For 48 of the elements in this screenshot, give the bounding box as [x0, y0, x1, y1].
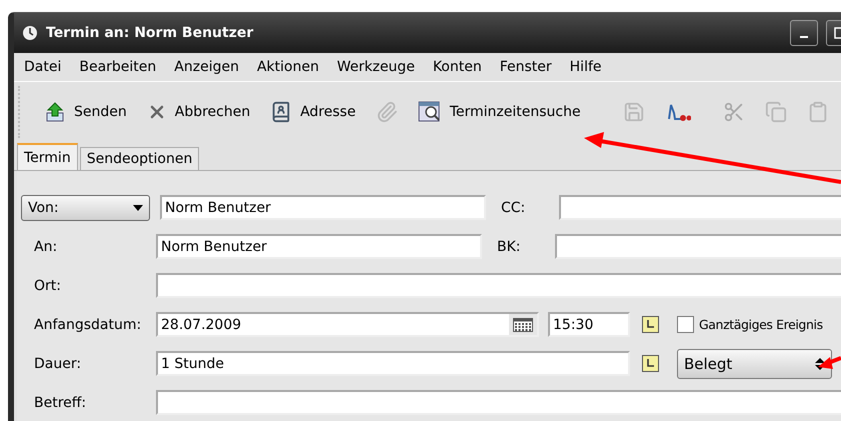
to-field[interactable]: Norm Benutzer — [156, 234, 482, 259]
from-dropdown[interactable]: Von: — [21, 194, 150, 220]
clock-icon[interactable] — [642, 316, 659, 333]
clock-icon — [22, 25, 38, 41]
field-label: BK: — [497, 238, 522, 254]
menu-item[interactable]: Bearbeiten — [69, 59, 164, 75]
tab[interactable]: Termin — [17, 143, 78, 170]
paperclip-icon — [376, 101, 398, 123]
menu-item[interactable]: Anzeigen — [164, 59, 247, 75]
field-label: Anfangsdatum: — [33, 316, 142, 332]
bcc-field[interactable] — [555, 234, 841, 259]
field-label: An: — [33, 238, 58, 254]
cc-field[interactable] — [559, 195, 841, 220]
scissors-icon — [722, 101, 745, 123]
field-label: Betreff: — [33, 394, 88, 410]
subject-field[interactable] — [156, 390, 841, 415]
field-label: CC: — [501, 200, 526, 216]
menu-item[interactable]: Werkzeuge — [326, 59, 423, 75]
upload-icon — [44, 101, 66, 123]
annotation-arrow — [818, 356, 841, 369]
checkbox-label: Ganztägiges Ereignis — [699, 317, 823, 332]
menu-item[interactable]: Aktionen — [246, 59, 327, 75]
menu-item[interactable]: Fenster — [490, 59, 560, 75]
clock-icon[interactable] — [642, 355, 659, 372]
calendar-search-icon — [418, 101, 442, 123]
field-label: Ort: — [33, 278, 62, 294]
checkbox[interactable] — [677, 316, 694, 333]
menu-item[interactable]: Hilfe — [560, 59, 610, 75]
minimize-button[interactable] — [790, 20, 818, 46]
address-book-icon — [270, 101, 292, 123]
minimize-icon — [800, 36, 808, 38]
save-icon — [622, 101, 645, 123]
copy-icon — [764, 101, 787, 123]
menu-item[interactable]: Konten — [422, 59, 490, 75]
cancel-button[interactable]: Abbrechen — [142, 100, 254, 124]
field-label: Dauer: — [33, 356, 82, 372]
menu-item[interactable]: Datei — [14, 59, 70, 75]
schedule-search-button[interactable]: Terminzeitensuche — [414, 99, 585, 125]
caret-icon — [133, 204, 143, 210]
status-dropdown[interactable]: Belegt — [677, 348, 832, 378]
window-title: Termin an: Norm Benutzer — [46, 25, 254, 41]
tab[interactable]: Sendeoptionen — [80, 147, 200, 170]
time-field[interactable]: 15:30 — [548, 312, 630, 337]
send-button[interactable]: Senden — [40, 99, 131, 125]
duration-field[interactable]: 1 Stunde — [156, 351, 630, 376]
address-button[interactable]: Adresse — [266, 99, 360, 125]
from-field[interactable]: Norm Benutzer — [160, 195, 486, 220]
location-field[interactable] — [156, 273, 841, 298]
